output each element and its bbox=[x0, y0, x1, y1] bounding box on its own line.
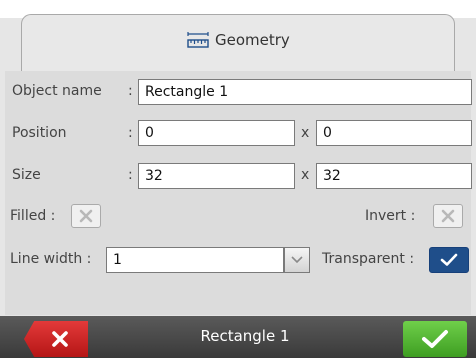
line-width-label: Line width : bbox=[10, 251, 92, 267]
position-x-field[interactable]: 0 bbox=[138, 120, 295, 146]
object-name-field[interactable]: Rectangle 1 bbox=[138, 79, 472, 105]
transparent-label: Transparent : bbox=[322, 251, 415, 267]
checkmark-icon bbox=[422, 330, 448, 348]
size-label: Size bbox=[12, 167, 41, 183]
filled-label: Filled : bbox=[10, 208, 56, 224]
x-mark-icon bbox=[441, 209, 455, 223]
size-separator: x bbox=[301, 167, 310, 183]
position-label: Position bbox=[12, 125, 67, 141]
colon: : bbox=[128, 125, 133, 141]
colon: : bbox=[128, 83, 133, 99]
cancel-button[interactable] bbox=[24, 321, 88, 357]
object-name-label: Object name bbox=[12, 83, 102, 99]
position-separator: x bbox=[301, 125, 310, 141]
transparent-checkbox[interactable] bbox=[429, 247, 469, 273]
line-width-select[interactable]: 1 bbox=[106, 247, 284, 273]
line-width-dropdown-button[interactable] bbox=[284, 247, 310, 273]
colon: : bbox=[128, 167, 133, 183]
chevron-down-icon bbox=[291, 256, 303, 264]
tab-header: Geometry bbox=[187, 29, 290, 51]
invert-checkbox[interactable] bbox=[433, 204, 463, 228]
geometry-panel bbox=[5, 71, 471, 315]
tab-label: Geometry bbox=[215, 31, 290, 49]
close-icon bbox=[52, 331, 68, 347]
object-title: Rectangle 1 bbox=[200, 327, 290, 345]
ruler-icon bbox=[187, 32, 209, 48]
size-width-field[interactable]: 32 bbox=[138, 163, 295, 189]
size-height-field[interactable]: 32 bbox=[316, 163, 472, 189]
filled-checkbox[interactable] bbox=[71, 204, 101, 228]
checkmark-icon bbox=[440, 253, 458, 266]
x-mark-icon bbox=[79, 209, 93, 223]
ok-button[interactable] bbox=[403, 321, 467, 357]
position-y-field[interactable]: 0 bbox=[316, 120, 472, 146]
invert-label: Invert : bbox=[365, 208, 416, 224]
